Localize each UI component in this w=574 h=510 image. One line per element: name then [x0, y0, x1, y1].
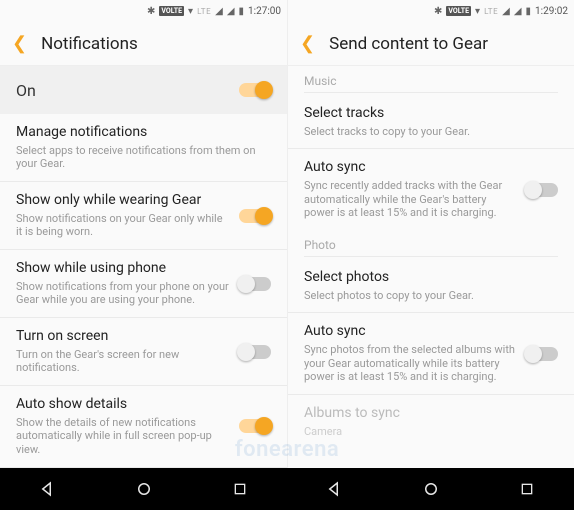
item-title: Manage notifications — [16, 124, 271, 142]
app-header: ❮ Notifications — [0, 22, 287, 66]
toggle-show-while-wearing[interactable] — [239, 209, 271, 223]
clock: 1:27:00 — [248, 6, 281, 17]
content-area: On Manage notifications Select apps to r… — [0, 66, 287, 493]
item-title: Auto sync — [304, 323, 516, 341]
item-desc: Show notifications on your Gear only whi… — [16, 212, 229, 240]
item-select-photos[interactable]: Select photos Select photos to copy to y… — [288, 259, 574, 312]
item-desc: Turn on the Gear's screen for new notifi… — [16, 348, 229, 376]
app-header: ❮ Send content to Gear — [288, 22, 574, 66]
bluetooth-icon: ✱ — [434, 6, 442, 17]
page-title: Send content to Gear — [329, 34, 488, 54]
toggle-auto-show-details[interactable] — [239, 419, 271, 433]
bluetooth-icon: ✱ — [147, 6, 155, 17]
item-title: Show only while wearing Gear — [16, 192, 229, 210]
item-music-autosync[interactable]: Auto sync Sync recently added tracks wit… — [288, 148, 574, 230]
section-photo-label: Photo — [288, 230, 574, 256]
item-desc: Select photos to copy to your Gear. — [304, 289, 558, 303]
item-title: Show while using phone — [16, 260, 229, 278]
item-desc: Show notifications from your phone on yo… — [16, 280, 229, 308]
item-desc: Sync recently added tracks with the Gear… — [304, 179, 516, 220]
back-icon[interactable]: ❮ — [12, 35, 27, 53]
item-title: Select tracks — [304, 105, 558, 123]
item-desc: Sync photos from the selected albums wit… — [304, 343, 516, 384]
item-desc: Camera — [304, 425, 558, 439]
nav-recent-icon[interactable] — [232, 481, 248, 497]
signal-icon: ◢ — [227, 6, 235, 17]
status-bar: ✱ VOLTE ▾ LTE ◢ ◢ ▮ 1:27:00 — [0, 0, 287, 22]
android-navbar — [0, 468, 574, 510]
clock: 1:29:02 — [535, 6, 568, 17]
volte-badge: VOLTE — [159, 6, 184, 16]
nav-home-icon[interactable] — [422, 480, 440, 498]
lte-label: LTE — [484, 7, 498, 16]
item-auto-show-details[interactable]: Auto show details Show the details of ne… — [0, 385, 287, 467]
toggle-music-autosync[interactable] — [526, 183, 558, 197]
lte-label: LTE — [197, 7, 211, 16]
item-show-while-phone[interactable]: Show while using phone Show notification… — [0, 249, 287, 317]
divider — [304, 92, 558, 93]
divider — [304, 256, 558, 257]
master-toggle[interactable] — [239, 83, 271, 97]
item-desc: Show the details of new notifications au… — [16, 416, 229, 457]
item-title: Select photos — [304, 269, 558, 287]
screen-send-content: ✱ VOLTE ▾ LTE ◢ ◢ ▮ 1:29:02 ❮ Send conte… — [287, 0, 574, 493]
item-select-tracks[interactable]: Select tracks Select tracks to copy to y… — [288, 95, 574, 148]
screen-notifications: ✱ VOLTE ▾ LTE ◢ ◢ ▮ 1:27:00 ❮ Notificati… — [0, 0, 287, 493]
volte-badge: VOLTE — [446, 6, 471, 16]
signal-icon: ◢ — [502, 6, 510, 17]
signal-icon: ◢ — [215, 6, 223, 17]
nav-back-icon[interactable] — [326, 480, 344, 498]
item-photo-autosync[interactable]: Auto sync Sync photos from the selected … — [288, 312, 574, 394]
toggle-show-while-phone[interactable] — [239, 277, 271, 291]
section-music-label: Music — [288, 66, 574, 92]
battery-icon: ▮ — [526, 6, 532, 17]
content-area: Music Select tracks Select tracks to cop… — [288, 66, 574, 493]
status-bar: ✱ VOLTE ▾ LTE ◢ ◢ ▮ 1:29:02 — [288, 0, 574, 22]
item-title: Auto show details — [16, 396, 229, 414]
back-icon[interactable]: ❮ — [300, 35, 315, 53]
page-title: Notifications — [41, 34, 138, 54]
item-title: Turn on screen — [16, 328, 229, 346]
wifi-icon: ▾ — [475, 6, 480, 17]
item-desc: Select tracks to copy to your Gear. — [304, 125, 558, 139]
item-turn-on-screen[interactable]: Turn on screen Turn on the Gear's screen… — [0, 317, 287, 385]
item-show-while-wearing[interactable]: Show only while wearing Gear Show notifi… — [0, 181, 287, 249]
item-title: Auto sync — [304, 159, 516, 177]
master-toggle-label: On — [16, 81, 36, 100]
nav-recent-icon[interactable] — [519, 481, 535, 497]
item-title: Albums to sync — [304, 405, 558, 423]
toggle-photo-autosync[interactable] — [526, 347, 558, 361]
item-manage-notifications[interactable]: Manage notifications Select apps to rece… — [0, 114, 287, 181]
signal-icon: ◢ — [514, 6, 522, 17]
nav-home-icon[interactable] — [135, 480, 153, 498]
toggle-turn-on-screen[interactable] — [239, 345, 271, 359]
wifi-icon: ▾ — [188, 6, 193, 17]
item-desc: Select apps to receive notifications fro… — [16, 144, 271, 172]
battery-icon: ▮ — [239, 6, 245, 17]
item-albums-to-sync: Albums to sync Camera — [288, 394, 574, 448]
nav-back-icon[interactable] — [39, 480, 57, 498]
master-toggle-row[interactable]: On — [0, 66, 287, 114]
